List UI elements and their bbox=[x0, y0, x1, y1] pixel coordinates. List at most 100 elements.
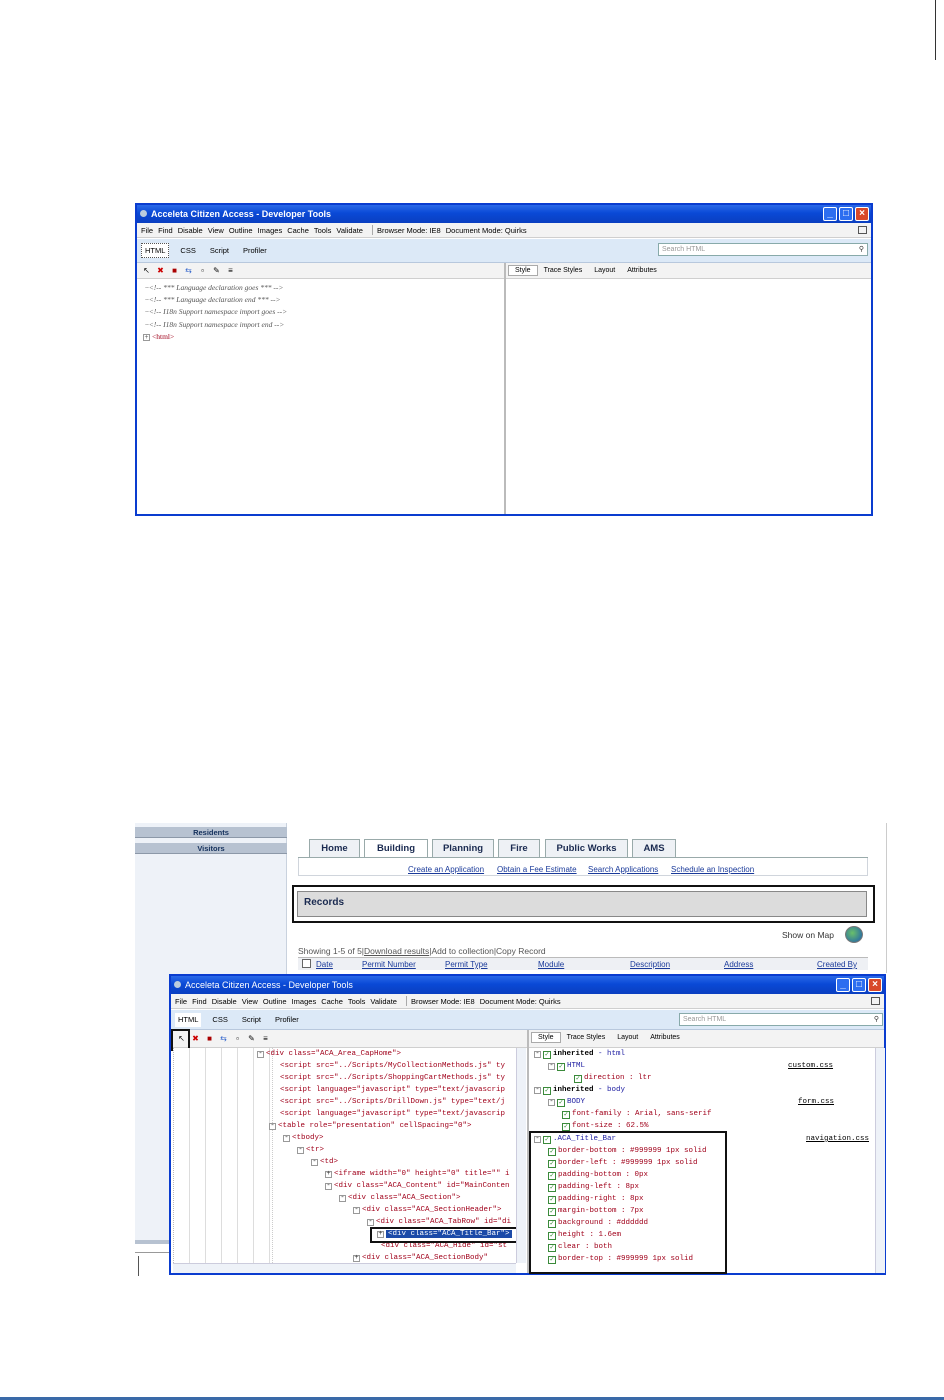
column-permit-number[interactable]: Permit Number bbox=[362, 960, 416, 969]
menu-tools[interactable]: Tools bbox=[348, 997, 366, 1006]
tab-layout[interactable]: Layout bbox=[588, 266, 621, 275]
search-icon[interactable]: ⚲ bbox=[859, 244, 864, 255]
select-element-icon[interactable]: ↖ bbox=[142, 266, 151, 275]
link-fee-estimate[interactable]: Obtain a Fee Estimate bbox=[497, 865, 577, 874]
collapse-icon[interactable]: - bbox=[297, 1147, 304, 1154]
close-button[interactable]: × bbox=[868, 978, 882, 992]
menu-outline[interactable]: Outline bbox=[229, 226, 253, 235]
css-file-link[interactable]: form.css bbox=[798, 1098, 834, 1106]
collapse-icon[interactable]: - bbox=[339, 1195, 346, 1202]
menu-file[interactable]: File bbox=[141, 226, 153, 235]
collapse-icon[interactable]: - bbox=[548, 1063, 555, 1070]
css-file-link[interactable]: navigation.css bbox=[806, 1135, 869, 1143]
tree-node[interactable]: - <td> bbox=[311, 1158, 338, 1166]
tab-home[interactable]: Home bbox=[309, 839, 360, 857]
edit-icon[interactable]: ✎ bbox=[247, 1034, 256, 1043]
minimize-button[interactable]: _ bbox=[823, 207, 837, 221]
copy-record-link[interactable]: Copy Record bbox=[496, 946, 546, 956]
menu-images[interactable]: Images bbox=[292, 997, 317, 1006]
tab-html[interactable]: HTML bbox=[141, 243, 170, 258]
dom-icon[interactable]: ▫ bbox=[233, 1034, 242, 1043]
tab-profiler[interactable]: Profiler bbox=[272, 1013, 302, 1026]
tree-node[interactable]: + <div class="ACA_SectionBody" bbox=[353, 1254, 488, 1262]
tab-building[interactable]: Building bbox=[364, 839, 428, 857]
tree-node[interactable]: - <tr> bbox=[297, 1146, 324, 1154]
column-address[interactable]: Address bbox=[724, 960, 753, 969]
link-search-applications[interactable]: Search Applications bbox=[588, 865, 658, 874]
checkbox[interactable]: ✓ bbox=[574, 1075, 582, 1083]
tab-trace-styles[interactable]: Trace Styles bbox=[561, 1033, 612, 1042]
pin-icon[interactable] bbox=[858, 226, 867, 234]
tab-style[interactable]: Style bbox=[508, 265, 538, 276]
css-file-link[interactable]: custom.css bbox=[788, 1062, 833, 1070]
column-created-by[interactable]: Created By bbox=[817, 960, 857, 969]
download-results-link[interactable]: Download results bbox=[364, 946, 429, 956]
tree-node[interactable]: <script src="../Scripts/ShoppingCartMeth… bbox=[280, 1074, 505, 1082]
collapse-icon[interactable]: - bbox=[534, 1087, 541, 1094]
menu-cache[interactable]: Cache bbox=[287, 226, 309, 235]
tree-node[interactable]: <script language="javascript" type="text… bbox=[280, 1110, 505, 1118]
word-wrap-icon[interactable]: ≡ bbox=[226, 266, 235, 275]
menu-validate[interactable]: Validate bbox=[370, 997, 397, 1006]
word-wrap-icon[interactable]: ≡ bbox=[261, 1034, 270, 1043]
tree-node[interactable]: - <div class="ACA_SectionHeader"> bbox=[353, 1206, 502, 1214]
tab-css[interactable]: CSS bbox=[177, 244, 198, 257]
column-description[interactable]: Description bbox=[630, 960, 670, 969]
style-rule-body[interactable]: - ✓ BODY bbox=[548, 1098, 585, 1107]
pin-icon[interactable] bbox=[871, 997, 880, 1005]
tree-node[interactable]: - <table role="presentation" cellSpacing=… bbox=[269, 1122, 472, 1130]
tree-hscrollbar[interactable] bbox=[173, 1263, 516, 1273]
checkbox[interactable]: ✓ bbox=[562, 1123, 570, 1131]
expand-icon[interactable]: + bbox=[325, 1171, 332, 1178]
tab-ams[interactable]: AMS bbox=[632, 839, 676, 857]
menu-images[interactable]: Images bbox=[258, 226, 283, 235]
add-to-collection-link[interactable]: Add to collection bbox=[431, 946, 493, 956]
expand-icon[interactable]: + bbox=[353, 1255, 360, 1262]
collapse-icon[interactable]: - bbox=[534, 1051, 541, 1058]
tree-node-html[interactable]: + <html> bbox=[143, 332, 174, 341]
tree-comment[interactable]: ··<!-- *** Language declaration end *** … bbox=[145, 295, 281, 304]
tree-node[interactable]: <script src="../Scripts/DrillDown.js" ty… bbox=[280, 1098, 505, 1106]
document-mode-menu[interactable]: Document Mode: Quirks bbox=[480, 997, 561, 1006]
style-vscrollbar[interactable] bbox=[875, 1048, 885, 1273]
search-icon[interactable]: ⚲ bbox=[874, 1014, 879, 1025]
menu-find[interactable]: Find bbox=[158, 226, 173, 235]
minimize-button[interactable]: _ bbox=[836, 978, 850, 992]
collapse-icon[interactable]: - bbox=[269, 1123, 276, 1130]
link-schedule-inspection[interactable]: Schedule an Inspection bbox=[671, 865, 754, 874]
tab-script[interactable]: Script bbox=[207, 244, 232, 257]
menu-outline[interactable]: Outline bbox=[263, 997, 287, 1006]
checkbox[interactable]: ✓ bbox=[543, 1051, 551, 1059]
tree-comment[interactable]: ··<!-- I18n Support namespace import goe… bbox=[145, 307, 287, 316]
clear-icon[interactable]: ✖ bbox=[191, 1034, 200, 1043]
collapse-icon[interactable]: - bbox=[257, 1051, 264, 1058]
tree-node[interactable]: <script src="../Scripts/MyCollectionMeth… bbox=[280, 1062, 505, 1070]
menu-file[interactable]: File bbox=[175, 997, 187, 1006]
style-group-inherited-body[interactable]: - ✓ inherited - body bbox=[534, 1086, 625, 1095]
tab-css[interactable]: CSS bbox=[209, 1013, 230, 1026]
checkbox[interactable]: ✓ bbox=[562, 1111, 570, 1119]
menu-disable[interactable]: Disable bbox=[178, 226, 203, 235]
refresh-icon[interactable]: ⇆ bbox=[184, 266, 193, 275]
style-rule-html[interactable]: - ✓ HTML bbox=[548, 1062, 585, 1071]
sidebar-item-residents[interactable]: Residents bbox=[135, 827, 287, 838]
edit-icon[interactable]: ✎ bbox=[212, 266, 221, 275]
collapse-icon[interactable]: - bbox=[283, 1135, 290, 1142]
tree-comment[interactable]: ··<!-- *** Language declaration goes ***… bbox=[145, 283, 283, 292]
tab-style[interactable]: Style bbox=[531, 1032, 561, 1043]
menu-validate[interactable]: Validate bbox=[336, 226, 363, 235]
browser-mode-menu[interactable]: Browser Mode: IE8 bbox=[377, 226, 441, 235]
tab-script[interactable]: Script bbox=[239, 1013, 264, 1026]
menu-view[interactable]: View bbox=[208, 226, 224, 235]
style-prop[interactable]: ✓ font-size : 62.5% bbox=[562, 1122, 649, 1131]
tab-planning[interactable]: Planning bbox=[432, 839, 494, 857]
collapse-icon[interactable]: - bbox=[353, 1207, 360, 1214]
tab-profiler[interactable]: Profiler bbox=[240, 244, 270, 257]
tree-node[interactable]: - <div class="ACA_Content" id="MainConten bbox=[325, 1182, 510, 1190]
close-button[interactable]: × bbox=[855, 207, 869, 221]
dom-icon[interactable]: ▫ bbox=[198, 266, 207, 275]
checkbox[interactable]: ✓ bbox=[543, 1087, 551, 1095]
maximize-button[interactable]: □ bbox=[852, 978, 866, 992]
collapse-icon[interactable]: - bbox=[325, 1183, 332, 1190]
clear-icon[interactable]: ✖ bbox=[156, 266, 165, 275]
